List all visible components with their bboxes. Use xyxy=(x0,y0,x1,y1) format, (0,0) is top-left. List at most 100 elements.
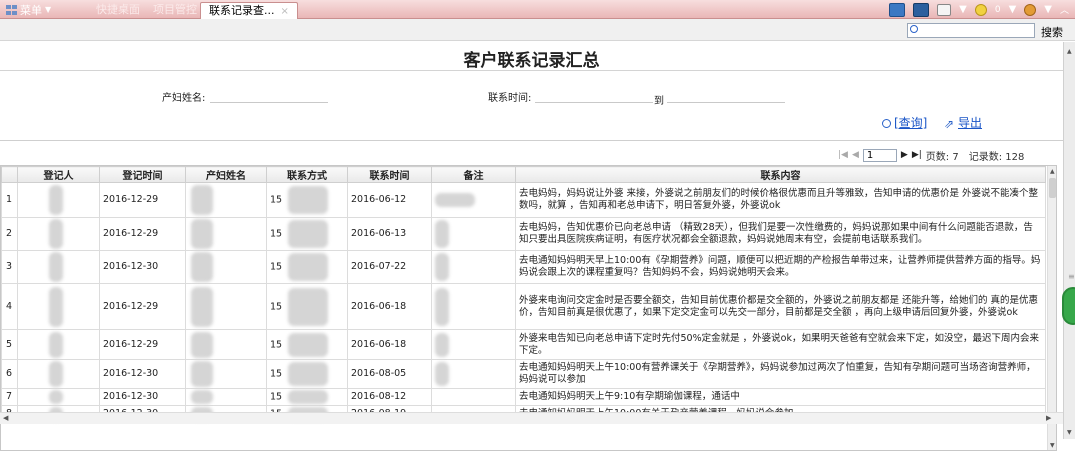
col-header-registrar[interactable]: 登记人 xyxy=(17,166,100,183)
col-header-mother-name[interactable]: 产妇姓名 xyxy=(185,166,267,183)
page-scrollbar[interactable]: ▲ ≡ ▼ xyxy=(1063,42,1075,439)
contact-method-cell: 15 xyxy=(266,250,348,284)
table-row[interactable]: 2 2016-12-29 15 2016-06-13 去电妈妈，告知优惠价已向老… xyxy=(1,217,1046,251)
name-filter-input[interactable] xyxy=(210,102,328,103)
content-cell: 外婆来电告知已向老总申请下定时先付50%定金就是 ，外婆说ok，如果明天爸爸有空… xyxy=(515,329,1046,360)
to-label: 到 xyxy=(654,96,664,107)
pager: |◀ ◀ ▶ ▶| 页数: 7 记录数: 128 xyxy=(838,148,1025,163)
scroll-thumb[interactable] xyxy=(1049,178,1056,198)
content-cell: 去电妈妈，妈妈说让外婆 来接，外婆说之前朋友们的时候价格很优惠而且升等雅致，告知… xyxy=(515,182,1046,218)
note-cell xyxy=(431,359,516,389)
table-row[interactable]: 7 2016-12-30 15 2016-08-12 去电通知妈妈明天上午9:1… xyxy=(1,388,1046,406)
mother-name-cell xyxy=(185,217,267,251)
user-icon[interactable] xyxy=(1024,3,1037,16)
reg-time-cell: 2016-12-30 xyxy=(99,388,186,406)
mother-name-cell xyxy=(185,388,267,406)
record-count: 记录数: 128 xyxy=(968,151,1025,163)
monitor-icon[interactable] xyxy=(913,2,930,17)
row-index: 7 xyxy=(1,388,18,406)
time-from-input[interactable] xyxy=(535,102,653,103)
table-row[interactable]: 5 2016-12-29 15 2016-06-18 外婆来电告知已向老总申请下… xyxy=(1,329,1046,360)
scroll-up-icon[interactable]: ▲ xyxy=(1050,168,1055,175)
chevron-up-icon[interactable]: ︿ xyxy=(1060,3,1069,16)
page-number-input[interactable] xyxy=(862,148,897,162)
chevron-down-icon: ▼ xyxy=(45,5,52,14)
contact-time-cell: 2016-06-18 xyxy=(347,329,432,360)
reg-time-cell: 2016-12-30 xyxy=(99,359,186,389)
registrar-cell xyxy=(17,329,100,360)
chevron-down-icon[interactable]: ▼ xyxy=(1009,4,1017,15)
contact-time-cell: 2016-06-12 xyxy=(347,182,432,218)
col-header-contact-method[interactable]: 联系方式 xyxy=(266,166,348,183)
scroll-grip-icon: ≡ xyxy=(1068,272,1075,281)
table-row[interactable]: 3 2016-12-30 15 2016-07-22 去电通知妈妈明天早上10:… xyxy=(1,250,1046,284)
note-cell xyxy=(431,329,516,360)
contact-method-cell: 15 xyxy=(266,217,348,251)
row-index: 3 xyxy=(1,250,18,284)
name-filter-label: 产妇姓名: xyxy=(162,93,206,104)
contact-time-cell: 2016-08-05 xyxy=(347,359,432,389)
export-button[interactable]: 导出 xyxy=(958,114,982,131)
registrar-cell xyxy=(17,250,100,284)
content-cell: 去电通知妈妈明天早上10:00有《孕期营养》问题，顺便可以把近期的产检报告单带过… xyxy=(515,250,1046,284)
scroll-up-icon[interactable]: ▲ xyxy=(1067,48,1072,55)
home-icon[interactable] xyxy=(937,3,952,16)
message-icon[interactable] xyxy=(974,3,987,16)
horizontal-scrollbar[interactable]: ◀ ▶ xyxy=(0,412,1063,424)
note-cell xyxy=(431,388,516,406)
registrar-cell xyxy=(17,217,100,251)
registrar-cell xyxy=(17,182,100,218)
col-header-reg-time[interactable]: 登记时间 xyxy=(99,166,186,183)
time-to-input[interactable] xyxy=(667,102,785,103)
row-index: 2 xyxy=(1,217,18,251)
col-header-content[interactable]: 联系内容 xyxy=(515,166,1046,183)
close-icon[interactable]: × xyxy=(281,6,289,17)
export-icon: ⇗ xyxy=(944,117,955,131)
col-header-contact-time[interactable]: 联系时间 xyxy=(347,166,432,183)
tab-quick-desktop[interactable]: 快捷桌面 xyxy=(88,2,148,19)
query-button[interactable]: [查询] xyxy=(894,114,927,131)
col-header-note[interactable]: 备注 xyxy=(431,166,516,183)
contact-time-cell: 2016-07-22 xyxy=(347,250,432,284)
floating-badge-icon[interactable] xyxy=(1062,287,1075,325)
scroll-down-icon[interactable]: ▼ xyxy=(1050,442,1055,449)
menu-label: 菜单 xyxy=(20,3,42,17)
time-filter-label: 联系时间: xyxy=(488,93,532,104)
scroll-right-icon[interactable]: ▶ xyxy=(1046,414,1051,422)
note-cell xyxy=(431,250,516,284)
contact-method-cell: 15 xyxy=(266,359,348,389)
divider xyxy=(0,140,1063,141)
content-cell: 去电妈妈，告知优惠价已向老总申请 （精致28天），但我们是要一次性缴费的，妈妈说… xyxy=(515,217,1046,251)
chevron-down-icon[interactable]: ▼ xyxy=(1044,4,1052,15)
message-count: 0 xyxy=(994,4,1001,15)
reg-time-cell: 2016-12-30 xyxy=(99,250,186,284)
table-row[interactable]: 6 2016-12-30 15 2016-08-05 去电通知妈妈明天上午10:… xyxy=(1,359,1046,389)
prev-page-button[interactable]: ◀ xyxy=(852,150,859,160)
table-header: 登记人 登记时间 产妇姓名 联系方式 联系时间 备注 联系内容 xyxy=(1,166,1046,183)
mother-name-cell xyxy=(185,359,267,389)
mother-name-cell xyxy=(185,329,267,360)
table-scrollbar[interactable]: ▲ ▼ xyxy=(1047,166,1056,450)
tab-project-control[interactable]: 项目管控 xyxy=(145,2,205,19)
row-index: 4 xyxy=(1,283,18,330)
table-row[interactable]: 1 2016-12-29 15 2016-06-12 去电妈妈，妈妈说让外婆 来… xyxy=(1,182,1046,218)
last-page-button[interactable]: ▶| xyxy=(912,150,922,160)
menu-button[interactable]: 菜单 ▼ xyxy=(6,2,51,17)
first-page-button[interactable]: |◀ xyxy=(838,150,848,160)
scroll-down-icon[interactable]: ▼ xyxy=(1067,429,1072,436)
main-content: 客户联系记录汇总 产妇姓名: 联系时间: 到 [查询] ⇗ 导出 |◀ ◀ ▶ … xyxy=(0,42,1063,451)
next-page-button[interactable]: ▶ xyxy=(901,150,908,160)
chevron-down-icon[interactable]: ▼ xyxy=(959,4,967,15)
reg-time-cell: 2016-12-29 xyxy=(99,217,186,251)
page-count: 页数: 7 xyxy=(925,151,959,163)
table-row[interactable]: 4 2016-12-29 15 2016-06-18 外婆来电询问交定金时是否要… xyxy=(1,283,1046,330)
mother-name-cell xyxy=(185,182,267,218)
search-button[interactable]: 搜索 xyxy=(1041,24,1063,40)
search-input[interactable] xyxy=(907,23,1035,38)
contact-method-cell: 15 xyxy=(266,388,348,406)
scroll-left-icon[interactable]: ◀ xyxy=(3,414,8,422)
tab-contact-records[interactable]: 联系记录查... × xyxy=(200,2,298,19)
table-icon[interactable] xyxy=(889,2,906,17)
row-index: 5 xyxy=(1,329,18,360)
mother-name-cell xyxy=(185,250,267,284)
